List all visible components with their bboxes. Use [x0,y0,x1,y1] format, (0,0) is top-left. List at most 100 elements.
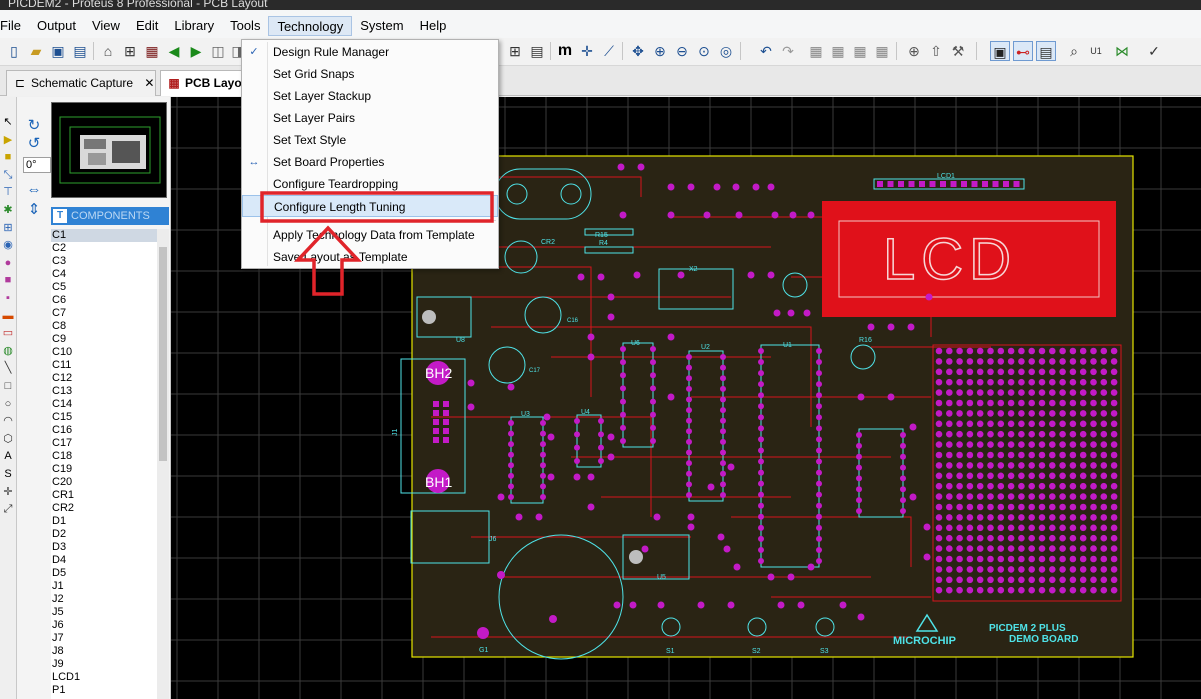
component-list-item[interactable]: CR2 [51,502,157,515]
symbol-tool-icon[interactable]: S [0,467,16,482]
menu-system[interactable]: System [352,16,411,36]
tech-menu-item[interactable]: Set Text Style [242,129,498,151]
component-list-item[interactable]: J8 [51,645,157,658]
origin-icon[interactable]: ✛ [577,41,597,61]
component-list-item[interactable]: C18 [51,450,157,463]
connectivity-tool-icon[interactable]: ◉ [0,238,16,253]
padstack-tool-icon[interactable]: ◍ [0,344,16,359]
menu-tools[interactable]: Tools [222,16,268,36]
component-list-item[interactable]: D4 [51,554,157,567]
selection-tool-icon[interactable]: ↖ [0,115,16,130]
tech-menu-item[interactable]: Configure Teardropping [242,173,498,195]
annotator-icon[interactable]: U1 [1086,41,1106,61]
component-list-item[interactable]: C8 [51,320,157,333]
overview-window[interactable] [51,102,167,198]
tech-menu-item[interactable]: Set Grid Snaps [242,63,498,85]
open-folder-icon[interactable]: ▰ [26,41,46,61]
component-list-item[interactable]: C19 [51,463,157,476]
autorouter-icon[interactable]: ⊷ [1013,41,1033,61]
zoom-area-icon[interactable]: ◎ [716,41,736,61]
marker-tool-icon[interactable]: ✛ [0,485,16,500]
ratsnest-tool-icon[interactable]: ⊞ [0,221,16,236]
tech-menu-item[interactable]: Save Layout as Template [242,246,498,268]
decompose-icon[interactable]: ⚒ [948,41,968,61]
square-pad-tool-icon[interactable]: ■ [0,273,16,288]
snap-icon[interactable]: ▤ [527,41,547,61]
line-tool-icon[interactable]: ╲ [0,361,16,376]
dimension-tool-icon[interactable]: ⤢ [0,502,16,517]
component-list-item[interactable]: C16 [51,424,157,437]
component-list-item[interactable]: LCD1 [51,671,157,684]
3d-view-icon[interactable]: ◫ [208,41,228,61]
pcb-icon[interactable]: ▦ [142,41,162,61]
cut-icon[interactable]: ▦ [806,41,826,61]
component-list-item[interactable]: J6 [51,619,157,632]
via-tool-icon[interactable]: ⊤ [0,185,16,200]
component-list-item[interactable]: C7 [51,307,157,320]
menu-library[interactable]: Library [166,16,222,36]
smt-pad-tool-icon[interactable]: ▭ [0,326,16,341]
menu-output[interactable]: Output [29,16,84,36]
component-list-item[interactable]: C13 [51,385,157,398]
menu-technology[interactable]: Technology [268,16,353,36]
drc-icon[interactable]: ✓ [1144,41,1164,61]
round-pad-tool-icon[interactable]: ● [0,256,16,271]
box-tool-icon[interactable]: □ [0,379,16,394]
track-tool-icon[interactable]: ⤡ [0,168,16,183]
tech-menu-item[interactable]: Set Layer Pairs [242,107,498,129]
menu-view[interactable]: View [84,16,128,36]
component-list-item[interactable]: C17 [51,437,157,450]
rotate-ccw-icon[interactable]: ↺ [25,135,43,153]
zoom-in-icon[interactable]: ⊕ [650,41,670,61]
component-list-item[interactable]: C14 [51,398,157,411]
component-list-item[interactable]: C12 [51,372,157,385]
close-icon[interactable]: ✕ [144,76,154,90]
zone-tool-icon[interactable]: ✱ [0,203,16,218]
mirror-horizontal-icon[interactable]: ⇔ [25,181,43,199]
tech-menu-item[interactable]: Apply Technology Data from Template [242,224,498,246]
components-scrollbar[interactable] [157,229,169,699]
component-list-item[interactable]: C6 [51,294,157,307]
save-icon[interactable]: ▣ [48,41,68,61]
component-list-item[interactable]: C3 [51,255,157,268]
component-list-item[interactable]: CR1 [51,489,157,502]
paste-icon[interactable]: ▦ [850,41,870,61]
component-list-item[interactable]: J2 [51,593,157,606]
scrollbar-thumb[interactable] [159,247,167,461]
make-package-icon[interactable]: ⇧ [926,41,946,61]
rotate-cw-icon[interactable]: ↻ [25,117,43,135]
back-icon[interactable]: ◀ [164,41,184,61]
zoom-out-icon[interactable]: ⊖ [672,41,692,61]
component-list-item[interactable]: D3 [51,541,157,554]
component-list-item[interactable]: C4 [51,268,157,281]
pan-icon[interactable]: ✥ [628,41,648,61]
false-origin-icon[interactable]: ⟋ [599,41,619,61]
component-list-item[interactable]: J5 [51,606,157,619]
tab-schematic-capture[interactable]: ⊏ Schematic Capture ✕ [6,70,156,96]
metric-toggle-icon[interactable]: m [555,41,575,61]
component-list-item[interactable]: C15 [51,411,157,424]
zoom-all-icon[interactable]: ⊙ [694,41,714,61]
tech-menu-item[interactable]: Configure Length Tuning [242,195,498,217]
component-list-item[interactable]: C5 [51,281,157,294]
pick-device-icon[interactable]: ⊕ [904,41,924,61]
component-list-item[interactable]: C11 [51,359,157,372]
mirror-vertical-icon[interactable]: ⇕ [25,201,43,219]
tech-menu-item[interactable]: Design Rule Manager ✓ [242,41,498,63]
tech-menu-item[interactable]: Set Layer Stackup [242,85,498,107]
menu-edit[interactable]: Edit [128,16,166,36]
redo-icon[interactable]: ↷ [778,41,798,61]
connectivity-icon[interactable]: ▤ [1036,41,1056,61]
tab-pcb-layout[interactable]: ▦ PCB Layou [160,70,250,96]
undo-icon[interactable]: ↶ [756,41,776,61]
component-list-item[interactable]: C1 [51,229,157,242]
component-list-item[interactable]: C20 [51,476,157,489]
pick-devices-button[interactable]: T [53,209,67,223]
package-tool-icon[interactable]: ■ [0,150,16,165]
component-list-item[interactable]: J7 [51,632,157,645]
circle-tool-icon[interactable]: ○ [0,397,16,412]
autoplacer-icon[interactable]: ▣ [990,41,1010,61]
components-list[interactable]: C1 C2 C3 C4 C5 C6 C7 C8 C9 C10 C11 C12 C13 C14 C15 C16 C… [51,229,157,699]
component-list-item[interactable]: J1 [51,580,157,593]
component-tool-icon[interactable]: ▶ [0,133,16,148]
